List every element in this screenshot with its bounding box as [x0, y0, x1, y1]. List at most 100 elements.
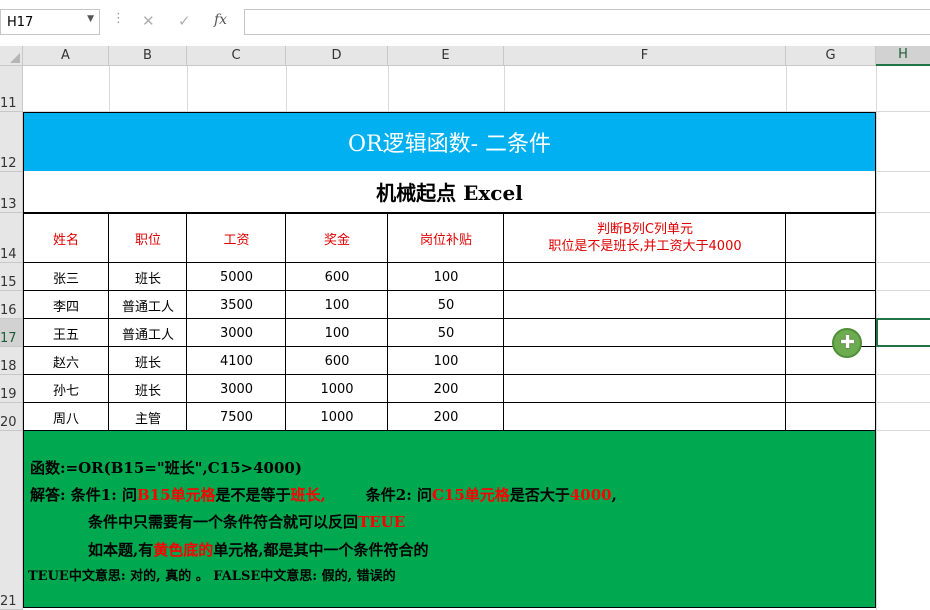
bonus-cell[interactable]: 1000 [286, 403, 388, 431]
position-cell[interactable]: 主管 [109, 403, 187, 431]
judge-result-cell[interactable] [504, 347, 786, 375]
header-allowance[interactable]: 岗位补贴 [388, 213, 504, 263]
row-header-16[interactable]: 16 [0, 291, 23, 319]
header-bonus[interactable]: 奖金 [286, 213, 388, 263]
row-number: 20 [0, 415, 17, 430]
text-segment: 4000 [569, 486, 612, 504]
text-segment: 解答: 条件1: 问 [30, 486, 137, 504]
row-header-13[interactable]: 13 [0, 172, 23, 213]
salary-cell[interactable]: 3000 [187, 319, 286, 347]
row-header-14[interactable]: 14 [0, 213, 23, 263]
text-segment: 是不是等于 [215, 486, 291, 504]
column-header-c[interactable]: C [187, 46, 286, 66]
allowance-cell[interactable]: 200 [388, 403, 504, 431]
text-segment: 如本题,有 [88, 541, 154, 559]
row-header-21[interactable]: 21 [0, 431, 23, 610]
position-cell[interactable]: 班长 [109, 263, 187, 291]
column-header-a[interactable]: A [23, 46, 109, 66]
judge-header-line2: 职位是不是班长,并工资大于4000 [548, 239, 742, 254]
notes-condition-line: 条件中只需要有一个条件符合就可以反回TEUE [88, 511, 405, 532]
row-number: 13 [0, 197, 17, 212]
text-segment: 条件中只需要有一个条件符合就可以反回 [88, 513, 359, 531]
bonus-cell[interactable]: 600 [286, 347, 388, 375]
name-cell[interactable]: 王五 [23, 319, 109, 347]
text-segment: 条件2: 问 [365, 486, 432, 504]
row-header-20[interactable]: 20 [0, 403, 23, 431]
row-header-19[interactable]: 19 [0, 375, 23, 403]
name-box-value: H17 [7, 15, 34, 30]
position-cell[interactable]: 班长 [109, 375, 187, 403]
bonus-cell[interactable]: 100 [286, 291, 388, 319]
salary-cell[interactable]: 7500 [187, 403, 286, 431]
name-box[interactable]: H17 ▼ [0, 9, 100, 35]
row-number: 12 [0, 156, 17, 171]
formula-input[interactable] [244, 9, 930, 35]
salary-cell[interactable]: 3000 [187, 375, 286, 403]
bonus-cell[interactable]: 1000 [286, 375, 388, 403]
row-header-11[interactable]: 11 [0, 66, 23, 112]
row-header-18[interactable]: 18 [0, 347, 23, 375]
row-header-15[interactable]: 15 [0, 263, 23, 291]
header-position[interactable]: 职位 [109, 213, 187, 263]
name-cell[interactable]: 周八 [23, 403, 109, 431]
notes-formula-line: 函数:=OR(B15="班长",C15>4000) [30, 459, 302, 477]
text-segment: 单元格,都是其中一个条件符合的 [213, 541, 429, 559]
judge-result-cell[interactable] [504, 263, 786, 291]
allowance-cell[interactable]: 50 [388, 291, 504, 319]
position-cell[interactable]: 班长 [109, 347, 187, 375]
chevron-down-icon[interactable]: ▼ [87, 14, 94, 24]
selected-cell-h17[interactable] [876, 318, 930, 347]
judge-result-cell[interactable] [504, 375, 786, 403]
insert-function-icon[interactable]: fx [214, 12, 227, 28]
row-number: 21 [0, 594, 17, 609]
allowance-cell[interactable]: 50 [388, 319, 504, 347]
name-cell[interactable]: 孙七 [23, 375, 109, 403]
row-header-17[interactable]: 17 [0, 319, 23, 347]
name-cell[interactable]: 李四 [23, 291, 109, 319]
header-name[interactable]: 姓名 [23, 213, 109, 263]
text-segment: 班长, [290, 486, 326, 504]
subtitle-cell[interactable]: 机械起点 Excel [23, 171, 876, 213]
select-all-button[interactable] [0, 46, 23, 66]
text-segment: TEUE [358, 513, 406, 531]
cell-cursor-icon: ✚ [832, 328, 862, 358]
row-number: 15 [0, 275, 17, 290]
enter-icon[interactable]: ✓ [178, 12, 191, 30]
judge-result-cell[interactable] [504, 319, 786, 347]
salary-cell[interactable]: 3500 [187, 291, 286, 319]
position-cell[interactable]: 普通工人 [109, 319, 187, 347]
position-cell[interactable]: 普通工人 [109, 291, 187, 319]
judge-header-line1: 判断B列C列单元 [597, 222, 693, 237]
header-salary[interactable]: 工资 [187, 213, 286, 263]
header-judge[interactable]: 判断B列C列单元 职位是不是班长,并工资大于4000 [504, 213, 786, 263]
notes-meaning-line: TEUE中文意思: 对的, 真的 。 FALSE中文意思: 假的, 错误的 [28, 569, 396, 584]
column-header-b[interactable]: B [109, 46, 187, 66]
column-header-h[interactable]: H [876, 46, 930, 66]
row-header-12[interactable]: 12 [0, 112, 23, 172]
notes-answer-line: 解答: 条件1: 问B15单元格是不是等于班长, 条件2: 问C15单元格是否大于… [30, 484, 617, 505]
judge-result-cell[interactable] [504, 403, 786, 431]
formula-bar: H17 ▼ ⋮ ✕ ✓ fx [0, 0, 930, 46]
salary-cell[interactable]: 4100 [187, 347, 286, 375]
text-segment: 是否大于 [509, 486, 570, 504]
bonus-cell[interactable]: 100 [286, 319, 388, 347]
row-number: 18 [0, 359, 17, 374]
allowance-cell[interactable]: 100 [388, 263, 504, 291]
column-header-g[interactable]: G [786, 46, 876, 66]
name-cell[interactable]: 张三 [23, 263, 109, 291]
column-header-d[interactable]: D [286, 46, 388, 66]
column-header-e[interactable]: E [388, 46, 504, 66]
title-banner[interactable]: OR逻辑函数- 二条件 [23, 112, 876, 172]
cancel-icon[interactable]: ✕ [142, 12, 155, 30]
name-cell[interactable]: 赵六 [23, 347, 109, 375]
column-header-f[interactable]: F [504, 46, 786, 66]
salary-cell[interactable]: 5000 [187, 263, 286, 291]
allowance-cell[interactable]: 200 [388, 375, 504, 403]
judge-result-cell[interactable] [504, 291, 786, 319]
more-options-icon: ⋮ [112, 11, 125, 26]
bonus-cell[interactable]: 600 [286, 263, 388, 291]
notes-panel[interactable]: 函数:=OR(B15="班长",C15>4000) 解答: 条件1: 问B15单… [23, 430, 876, 608]
allowance-cell[interactable]: 100 [388, 347, 504, 375]
row-number: 16 [0, 303, 17, 318]
text-segment: 黄色底的 [153, 541, 214, 559]
